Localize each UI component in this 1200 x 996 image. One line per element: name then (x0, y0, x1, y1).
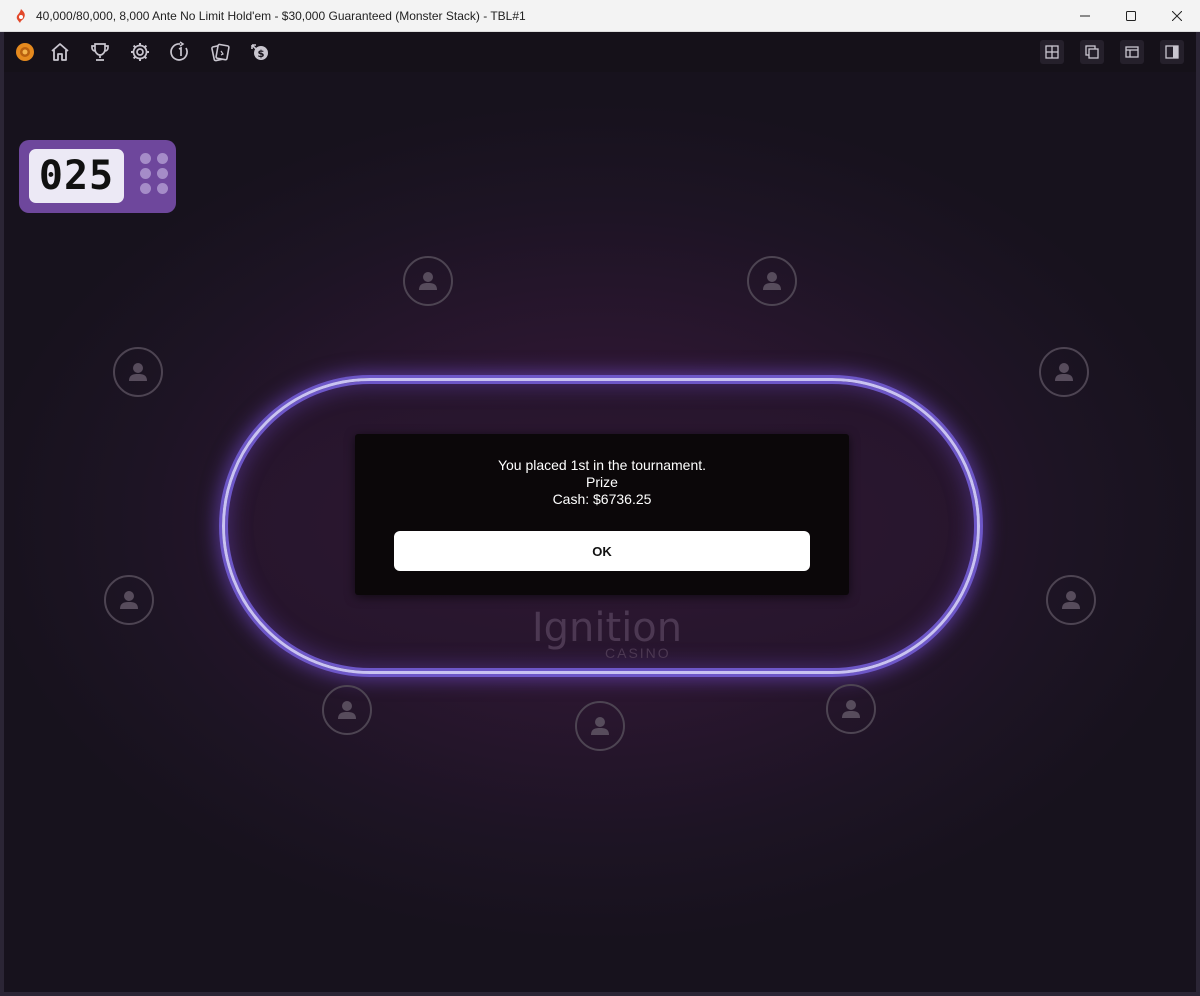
timer-display: 025 (29, 149, 124, 203)
seat-9[interactable] (113, 347, 163, 397)
window-border-bottom (0, 992, 1200, 996)
seat-3[interactable] (1039, 347, 1089, 397)
seat-2[interactable] (747, 256, 797, 306)
brand-subtitle: CASINO (605, 645, 671, 661)
user-icon (1062, 591, 1080, 609)
svg-text:$: $ (258, 49, 265, 60)
trophy-icon (91, 43, 109, 61)
home-icon (51, 43, 69, 61)
timer-dots-icon (140, 153, 168, 197)
trophy-button[interactable] (80, 32, 120, 72)
brand-name: Ignition (531, 605, 683, 651)
window-title: 40,000/80,000, 8,000 Ante No Limit Hold'… (36, 8, 526, 23)
window-titlebar: 40,000/80,000, 8,000 Ante No Limit Hold'… (0, 0, 1200, 32)
maximize-icon (1126, 11, 1136, 21)
dialog-message: You placed 1st in the tournament. Prize … (355, 457, 849, 508)
tournament-result-dialog: You placed 1st in the tournament. Prize … (355, 434, 849, 595)
layout-button[interactable] (1112, 32, 1152, 72)
window-border-right (1196, 32, 1200, 996)
placement-text: You placed 1st in the tournament. (497, 457, 707, 473)
cascade-view-button[interactable] (1072, 32, 1112, 72)
ok-button[interactable]: OK (394, 531, 810, 571)
chip-logo-button[interactable] (10, 32, 40, 72)
maximize-button[interactable] (1108, 0, 1154, 32)
minimize-icon (1080, 15, 1090, 17)
app-toolbar: $ (4, 32, 1196, 72)
user-icon (338, 701, 356, 719)
user-icon (1055, 363, 1073, 381)
grid-view-icon (1045, 45, 1059, 59)
timer-icon (170, 41, 188, 61)
prize-cash: Cash: $6736.25 (552, 491, 652, 507)
home-button[interactable] (40, 32, 80, 72)
gear-icon (131, 43, 149, 61)
ignition-casino-logo: Ignition CASINO (527, 608, 687, 668)
settings-button[interactable] (120, 32, 160, 72)
user-icon (129, 363, 147, 381)
seat-1[interactable] (403, 256, 453, 306)
chip-logo-icon (16, 43, 34, 61)
layout-icon (1125, 46, 1139, 58)
time-bank-button[interactable] (160, 32, 200, 72)
seat-5[interactable] (826, 684, 876, 734)
user-icon (591, 717, 609, 735)
cashier-button[interactable]: $ (240, 32, 280, 72)
app-logo-icon (13, 8, 29, 24)
user-icon (763, 272, 781, 290)
side-panel-icon (1165, 45, 1179, 59)
cashier-icon: $ (251, 44, 268, 60)
user-icon (419, 272, 437, 290)
hand-history-button[interactable] (200, 32, 240, 72)
minimize-button[interactable] (1062, 0, 1108, 32)
side-panel-button[interactable] (1152, 32, 1192, 72)
prize-label: Prize (586, 474, 618, 490)
timer-widget[interactable]: 025 (19, 140, 176, 213)
close-button[interactable] (1154, 0, 1200, 32)
cards-icon (211, 43, 230, 62)
tile-view-button[interactable] (1032, 32, 1072, 72)
poker-table-area: 025 Ignition CASINO You placed 1st in th (4, 72, 1196, 992)
user-icon (120, 591, 138, 609)
cascade-view-icon (1085, 45, 1099, 59)
seat-6[interactable] (575, 701, 625, 751)
seat-8[interactable] (104, 575, 154, 625)
seat-7[interactable] (322, 685, 372, 735)
close-icon (1172, 11, 1182, 21)
seat-4[interactable] (1046, 575, 1096, 625)
user-icon (842, 700, 860, 718)
